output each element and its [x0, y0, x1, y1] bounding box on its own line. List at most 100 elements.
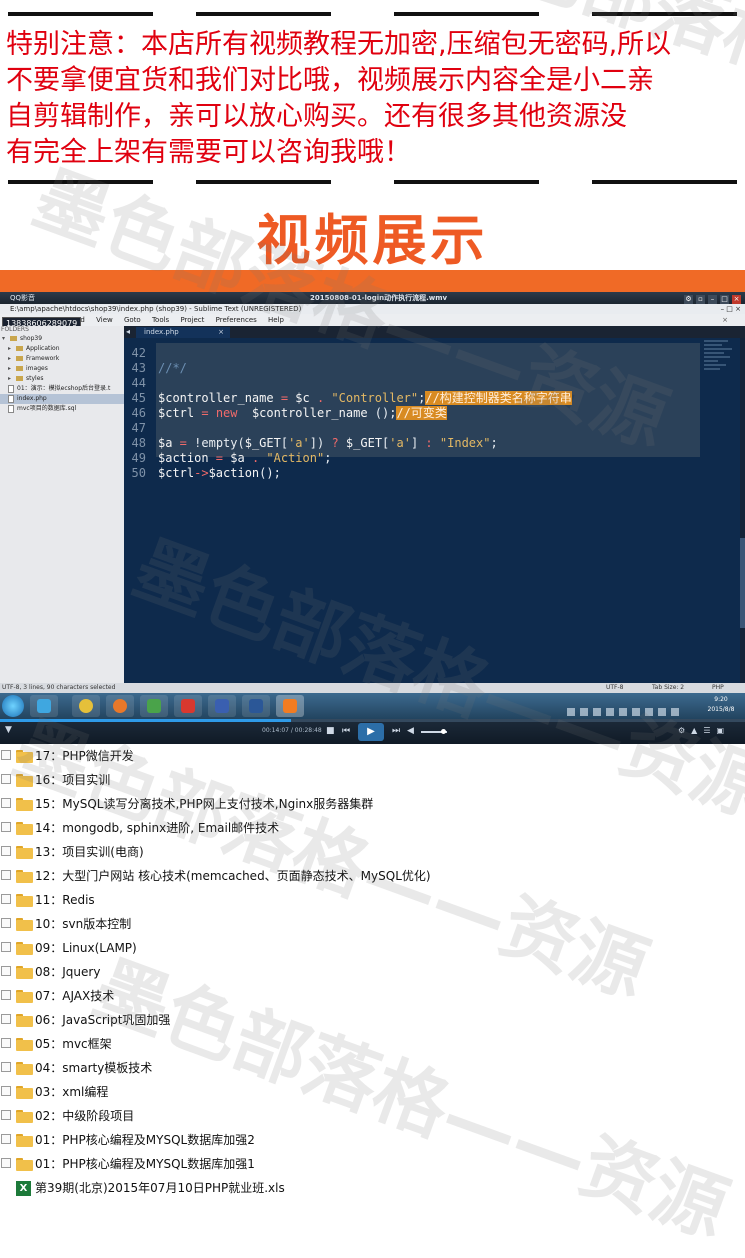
- list-item[interactable]: 01：PHP核心编程及MYSQL数据库加强2: [0, 1128, 745, 1152]
- menu-preferences[interactable]: Preferences: [216, 316, 257, 324]
- tab-close-icon[interactable]: ×: [218, 327, 224, 338]
- row-checkbox[interactable]: [1, 918, 11, 928]
- qq-icon[interactable]: [30, 695, 58, 717]
- row-checkbox[interactable]: [1, 894, 11, 904]
- visio-icon[interactable]: [208, 695, 236, 717]
- tab-index-php[interactable]: index.php ×: [136, 327, 230, 338]
- status-encoding[interactable]: UTF-8: [606, 683, 624, 693]
- sublime-icon[interactable]: [276, 695, 304, 717]
- file-name: 09：Linux(LAMP): [35, 941, 137, 955]
- tool-icon[interactable]: [140, 695, 168, 717]
- list-item[interactable]: 06：JavaScript巩固加强: [0, 1008, 745, 1032]
- minimap[interactable]: [700, 338, 740, 418]
- row-checkbox[interactable]: [1, 966, 11, 976]
- row-checkbox[interactable]: [1, 798, 11, 808]
- tray-icon[interactable]: [567, 708, 575, 716]
- editor-window-controls[interactable]: – □ ×: [721, 304, 741, 314]
- list-item[interactable]: 17：PHP微信开发: [0, 744, 745, 768]
- row-checkbox[interactable]: [1, 750, 11, 760]
- row-checkbox[interactable]: [1, 1158, 11, 1168]
- list-item[interactable]: 13：项目实训(电商): [0, 840, 745, 864]
- menu-project[interactable]: Project: [180, 316, 204, 324]
- stop-icon[interactable]: ■: [326, 726, 335, 736]
- minimize-icon[interactable]: –: [708, 295, 717, 304]
- start-button-icon[interactable]: [2, 695, 24, 717]
- list-item[interactable]: 03：xml编程: [0, 1080, 745, 1104]
- menu-view[interactable]: View: [96, 316, 113, 324]
- list-item[interactable]: 05：mvc框架: [0, 1032, 745, 1056]
- tray-clock[interactable]: 9:20 2015/8/8: [700, 695, 742, 715]
- row-checkbox[interactable]: [1, 822, 11, 832]
- tray-icon[interactable]: [671, 708, 679, 716]
- tray-icon[interactable]: [658, 708, 666, 716]
- sidebar-file[interactable]: index.php: [0, 394, 124, 404]
- menu-tools[interactable]: Tools: [152, 316, 169, 324]
- play-button[interactable]: ▶: [358, 723, 384, 741]
- firefox-icon[interactable]: [106, 695, 134, 717]
- next-icon[interactable]: ⏭: [392, 726, 400, 736]
- tab-arrow-icon[interactable]: ◂: [124, 327, 130, 336]
- close-icon[interactable]: ×: [732, 295, 741, 304]
- list-item[interactable]: 12：大型门户网站 核心技术(memcached、页面静态技术、MySQL优化): [0, 864, 745, 888]
- chevron-down-icon[interactable]: ▾: [2, 334, 10, 344]
- list-item[interactable]: 16：项目实训: [0, 768, 745, 792]
- sidebar-folder[interactable]: ▾ shop39: [0, 334, 124, 344]
- playback-progress[interactable]: [0, 719, 745, 722]
- chrome-icon[interactable]: [72, 695, 100, 717]
- previous-icon[interactable]: ⏮: [342, 726, 350, 736]
- row-checkbox[interactable]: [1, 990, 11, 1000]
- sidebar-folder[interactable]: ▸ Framework: [0, 354, 124, 364]
- settings-icon[interactable]: ⚙: [684, 295, 693, 304]
- chevron-right-icon[interactable]: ▸: [8, 364, 16, 374]
- row-checkbox[interactable]: [1, 942, 11, 952]
- list-item[interactable]: 15：MySQL读写分离技术,PHP网上支付技术,Nginx服务器集群: [0, 792, 745, 816]
- list-item[interactable]: 10：svn版本控制: [0, 912, 745, 936]
- volume-slider[interactable]: [421, 729, 447, 734]
- row-checkbox[interactable]: [1, 846, 11, 856]
- tray-icon[interactable]: [593, 708, 601, 716]
- status-syntax[interactable]: PHP: [712, 683, 724, 693]
- restore-icon[interactable]: ▫: [696, 295, 705, 304]
- list-item[interactable]: X 第39期(北京)2015年07月10日PHP就业班.xls: [0, 1176, 745, 1200]
- list-item[interactable]: 08：Jquery: [0, 960, 745, 984]
- menubar-close-icon[interactable]: ×: [722, 314, 728, 326]
- row-checkbox[interactable]: [1, 1086, 11, 1096]
- maximize-icon[interactable]: □: [720, 295, 729, 304]
- menu-goto[interactable]: Goto: [124, 316, 141, 324]
- row-checkbox[interactable]: [1, 774, 11, 784]
- tray-icon[interactable]: [606, 708, 614, 716]
- sidebar-item-label: Application: [26, 345, 60, 352]
- chevron-right-icon[interactable]: ▸: [8, 354, 16, 364]
- sidebar-folder[interactable]: ▸ Application: [0, 344, 124, 354]
- tray-icon[interactable]: [645, 708, 653, 716]
- tray-icon[interactable]: [632, 708, 640, 716]
- menu-help[interactable]: Help: [268, 316, 284, 324]
- list-item[interactable]: 07：AJAX技术: [0, 984, 745, 1008]
- list-item[interactable]: 02：中级阶段项目: [0, 1104, 745, 1128]
- list-item[interactable]: 14：mongodb, sphinx进阶, Email邮件技术: [0, 816, 745, 840]
- tray-icon[interactable]: [580, 708, 588, 716]
- sidebar-file[interactable]: mvc项目的数据库.sql: [0, 404, 124, 414]
- sidebar-file[interactable]: 01：演示：模拟ecshop后台登录.t: [0, 384, 124, 394]
- editor-scrollbar[interactable]: [740, 338, 745, 683]
- row-checkbox[interactable]: [1, 1062, 11, 1072]
- list-item[interactable]: 09：Linux(LAMP): [0, 936, 745, 960]
- tray-icon[interactable]: [619, 708, 627, 716]
- row-checkbox[interactable]: [1, 1110, 11, 1120]
- status-tab-size[interactable]: Tab Size: 2: [652, 683, 684, 693]
- row-checkbox[interactable]: [1, 1014, 11, 1024]
- chevron-right-icon[interactable]: ▸: [8, 344, 16, 354]
- volume-icon[interactable]: ◀: [407, 726, 414, 736]
- list-item[interactable]: 04：smarty模板技术: [0, 1056, 745, 1080]
- chevron-right-icon[interactable]: ▸: [8, 374, 16, 384]
- row-checkbox[interactable]: [1, 870, 11, 880]
- word-icon[interactable]: [242, 695, 270, 717]
- row-checkbox[interactable]: [1, 1134, 11, 1144]
- row-checkbox[interactable]: [1, 1038, 11, 1048]
- list-item[interactable]: 11：Redis: [0, 888, 745, 912]
- player-extra-controls[interactable]: ⚙▲☰▣: [678, 726, 730, 735]
- browser-icon[interactable]: [174, 695, 202, 717]
- sidebar-folder[interactable]: ▸ images: [0, 364, 124, 374]
- sidebar-folder[interactable]: ▸ styles: [0, 374, 124, 384]
- list-item[interactable]: 01：PHP核心编程及MYSQL数据库加强1: [0, 1152, 745, 1176]
